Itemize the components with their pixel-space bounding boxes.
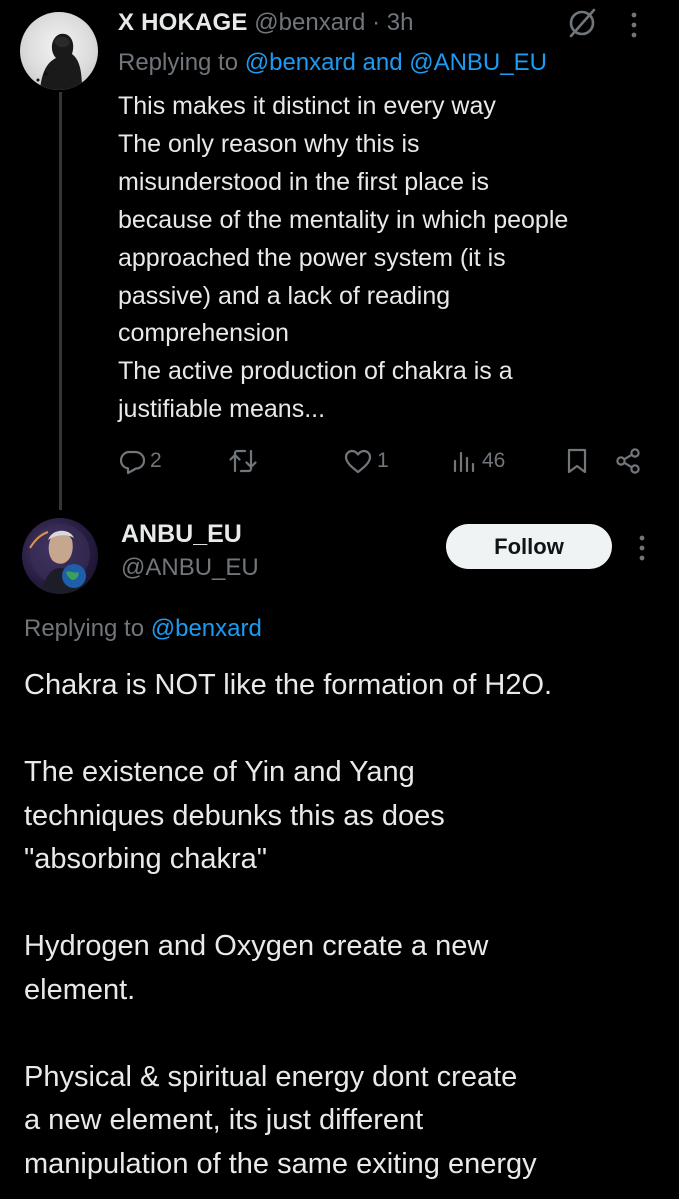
views-count: 46	[482, 449, 506, 472]
share-button[interactable]	[614, 444, 642, 478]
more-icon[interactable]	[634, 533, 650, 563]
like-button[interactable]: 1	[343, 444, 389, 478]
tweet-text-line: justifiable means...	[118, 395, 326, 424]
tweet-text-line: The existence of Yin and Yang	[24, 756, 415, 788]
retweet-button[interactable]	[228, 444, 262, 478]
replying-prefix: Replying to	[24, 615, 151, 642]
bookmark-icon	[567, 448, 587, 474]
tweet-text-line: misunderstood in the first place is	[118, 167, 490, 196]
retweet-icon	[229, 449, 257, 473]
more-icon[interactable]	[626, 10, 642, 40]
timestamp[interactable]: 3h	[387, 9, 414, 36]
tweet-text: This makes it distinct in every way The …	[118, 88, 663, 429]
tweet-text-line: approached the power system (it is	[118, 243, 506, 272]
tweet-text-line: The only reason why this is	[118, 129, 420, 158]
author-name[interactable]: X HOKAGE	[118, 9, 248, 36]
tweet-text-line: Physical & spiritual energy dont create	[24, 1060, 518, 1093]
tweet-text-line: "absorbing chakra"	[24, 843, 268, 875]
tweet-text-line: element.	[24, 973, 136, 1006]
tweet-text-line: because of the mentality in which people	[118, 205, 569, 234]
tweet-text-line: comprehension	[118, 319, 289, 348]
views-button[interactable]: 46	[452, 444, 505, 478]
tweet-header: X HOKAGE @benxard · 3h	[118, 6, 413, 40]
avatar-portrait-icon	[29, 524, 90, 594]
tweet-text-line: techniques debunks this as does	[24, 799, 445, 832]
tweet-text-line: The active production of chakra is a	[118, 357, 513, 386]
avatar[interactable]	[20, 12, 98, 90]
author-name[interactable]: ANBU_EU	[121, 518, 242, 550]
share-icon	[616, 448, 640, 474]
follow-button[interactable]: Follow	[446, 524, 612, 569]
views-icon	[453, 451, 475, 473]
grok-icon[interactable]	[565, 6, 599, 40]
separator-dot: ·	[372, 9, 381, 36]
author-handle[interactable]: @ANBU_EU	[121, 553, 259, 583]
like-count: 1	[377, 449, 389, 472]
replying-to: Replying to @benxard and @ANBU_EU	[118, 46, 547, 80]
replying-to-mentions[interactable]: @benxard and @ANBU_EU	[245, 49, 547, 76]
reply-button[interactable]: 2	[118, 444, 162, 478]
reply-icon	[119, 450, 146, 475]
replying-to-mention[interactable]: @benxard	[151, 615, 262, 642]
replying-prefix: Replying to	[118, 49, 245, 76]
avatar[interactable]	[22, 518, 98, 594]
author-handle[interactable]: @benxard	[254, 9, 365, 36]
tweet-thread: X HOKAGE @benxard · 3h Replying to @benx…	[0, 0, 679, 1199]
replying-to: Replying to @benxard	[24, 612, 262, 646]
action-bar: 2 1 46	[0, 444, 679, 478]
tweet-text-line: manipulation of the same exiting energy	[24, 1147, 537, 1180]
reply-count: 2	[150, 449, 162, 472]
tweet-text-line: This makes it distinct in every way	[118, 92, 496, 120]
avatar-figure-icon	[36, 33, 82, 90]
like-icon	[344, 449, 372, 474]
tweet-text-line: Chakra is NOT like the formation of H2O.	[24, 669, 553, 701]
tweet-text: Chakra is NOT like the formation of H2O.…	[24, 664, 674, 1186]
tweet-text-line: passive) and a lack of reading	[118, 281, 451, 310]
tweet-text-line: Hydrogen and Oxygen create a new	[24, 930, 489, 962]
tweet-text-line: a new element, its just different	[24, 1104, 424, 1136]
bookmark-button[interactable]	[565, 444, 589, 478]
